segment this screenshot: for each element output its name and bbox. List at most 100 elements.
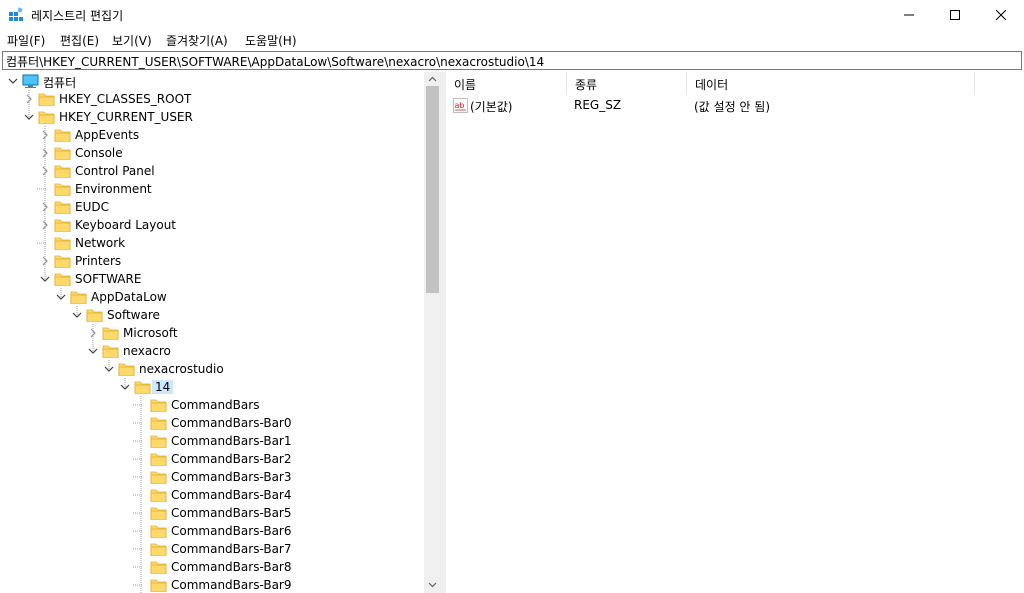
- tree-node[interactable]: Microsoft: [0, 324, 424, 342]
- tree-node-label[interactable]: EUDC: [75, 200, 109, 214]
- tree-node[interactable]: HKEY_CLASSES_ROOT: [0, 90, 424, 108]
- tree-node-label[interactable]: CommandBars-Bar7: [171, 542, 292, 556]
- scroll-up-icon[interactable]: [424, 72, 441, 86]
- tree-node[interactable]: HKEY_CURRENT_USER: [0, 108, 424, 126]
- tree-node-label[interactable]: CommandBars-Bar2: [171, 452, 292, 466]
- tree-node[interactable]: CommandBars-Bar9: [0, 576, 424, 593]
- address-path[interactable]: 컴퓨터\HKEY_CURRENT_USER\SOFTWARE\AppDataLo…: [6, 53, 544, 70]
- chevron-down-icon[interactable]: [8, 76, 18, 86]
- chevron-down-icon[interactable]: [24, 112, 34, 122]
- tree-node-label[interactable]: Microsoft: [123, 326, 178, 340]
- tree-node[interactable]: Control Panel: [0, 162, 424, 180]
- tree-node-label[interactable]: Control Panel: [75, 164, 155, 178]
- tree-node-label[interactable]: nexacrostudio: [139, 362, 224, 376]
- tree-node-label[interactable]: HKEY_CURRENT_USER: [59, 110, 193, 124]
- chevron-right-icon[interactable]: [24, 94, 34, 104]
- chevron-right-icon[interactable]: [40, 166, 50, 176]
- chevron-down-icon[interactable]: [72, 310, 82, 320]
- menu-edit[interactable]: 편집(E): [60, 32, 99, 49]
- key-tree[interactable]: 컴퓨터 HKEY_CLASSES_ROOT HKEY_CURRENT_USER App…: [0, 72, 441, 593]
- tree-node-label[interactable]: CommandBars-Bar0: [171, 416, 292, 430]
- chevron-down-icon[interactable]: [104, 364, 114, 374]
- chevron-right-icon[interactable]: [40, 148, 50, 158]
- tree-node[interactable]: SOFTWARE: [0, 270, 424, 288]
- tree-node[interactable]: Environment: [0, 180, 424, 198]
- tree-node[interactable]: nexacrostudio: [0, 360, 424, 378]
- tree-node[interactable]: Software: [0, 306, 424, 324]
- tree-node-label[interactable]: SOFTWARE: [75, 272, 141, 286]
- tree-node[interactable]: CommandBars-Bar8: [0, 558, 424, 576]
- menu-favorites[interactable]: 즐겨찾기(A): [166, 32, 228, 49]
- maximize-button[interactable]: [932, 0, 978, 30]
- tree-node-label[interactable]: Console: [75, 146, 123, 160]
- chevron-right-icon[interactable]: [40, 220, 50, 230]
- close-button[interactable]: [978, 0, 1024, 30]
- tree-node[interactable]: Console: [0, 144, 424, 162]
- tree-node[interactable]: AppDataLow: [0, 288, 424, 306]
- tree-node[interactable]: Keyboard Layout: [0, 216, 424, 234]
- chevron-right-icon[interactable]: [40, 130, 50, 140]
- tree-node-label[interactable]: CommandBars-Bar5: [171, 506, 292, 520]
- column-header-data[interactable]: 데이터: [687, 72, 975, 94]
- menu-view[interactable]: 보기(V): [112, 32, 152, 49]
- tree-node[interactable]: CommandBars-Bar1: [0, 432, 424, 450]
- tree-node-label[interactable]: CommandBars-Bar1: [171, 434, 292, 448]
- tree-node-label[interactable]: CommandBars-Bar9: [171, 578, 292, 592]
- tree-node-label[interactable]: AppEvents: [75, 128, 139, 142]
- menu-file[interactable]: 파일(F): [7, 32, 45, 49]
- tree-node-label[interactable]: nexacro: [123, 344, 171, 358]
- menu-help[interactable]: 도움말(H): [245, 32, 297, 49]
- folder-icon: [54, 237, 71, 250]
- tree-node-label[interactable]: CommandBars-Bar3: [171, 470, 292, 484]
- chevron-right-icon[interactable]: [40, 256, 50, 266]
- tree-node-label[interactable]: HKEY_CLASSES_ROOT: [59, 92, 191, 106]
- tree-node[interactable]: CommandBars: [0, 396, 424, 414]
- tree-scrollbar[interactable]: [424, 72, 441, 593]
- tree-node[interactable]: 컴퓨터: [0, 72, 424, 90]
- tree-node-label[interactable]: CommandBars-Bar4: [171, 488, 292, 502]
- tree-node-label[interactable]: Software: [107, 308, 160, 322]
- tree-node-label[interactable]: 14: [152, 380, 174, 394]
- tree-node-label[interactable]: AppDataLow: [91, 290, 167, 304]
- address-bar[interactable]: 컴퓨터\HKEY_CURRENT_USER\SOFTWARE\AppDataLo…: [2, 51, 1022, 70]
- tree-node-label[interactable]: CommandBars-Bar6: [171, 524, 292, 538]
- tree-node[interactable]: Printers: [0, 252, 424, 270]
- chevron-right-icon[interactable]: [40, 202, 50, 212]
- tree-node-label[interactable]: CommandBars: [171, 398, 259, 412]
- value-list[interactable]: 이름 종류 데이터 ab (기본값) REG_SZ (값 설정 안 됨): [446, 72, 1024, 593]
- tree-node[interactable]: CommandBars-Bar3: [0, 468, 424, 486]
- tree-node[interactable]: EUDC: [0, 198, 424, 216]
- scroll-thumb[interactable]: [426, 86, 439, 293]
- chevron-down-icon[interactable]: [40, 274, 50, 284]
- tree-node-label[interactable]: Network: [75, 236, 125, 250]
- guide-connector: [133, 458, 143, 460]
- tree-node[interactable]: Network: [0, 234, 424, 252]
- column-header-name[interactable]: 이름: [446, 72, 567, 94]
- scroll-down-icon[interactable]: [424, 578, 441, 592]
- tree-node[interactable]: nexacro: [0, 342, 424, 360]
- tree-node[interactable]: CommandBars-Bar2: [0, 450, 424, 468]
- chevron-down-icon[interactable]: [56, 292, 66, 302]
- tree-node[interactable]: AppEvents: [0, 126, 424, 144]
- tree-node[interactable]: CommandBars-Bar5: [0, 504, 424, 522]
- chevron-down-icon[interactable]: [88, 346, 98, 356]
- chevron-right-icon[interactable]: [88, 328, 98, 338]
- chevron-down-icon[interactable]: [120, 382, 130, 392]
- tree-node[interactable]: 14: [0, 378, 424, 396]
- folder-icon: [150, 525, 167, 538]
- folder-icon: [54, 165, 71, 178]
- tree-node[interactable]: CommandBars-Bar4: [0, 486, 424, 504]
- column-header-type[interactable]: 종류: [567, 72, 687, 94]
- tree-node-label[interactable]: CommandBars-Bar8: [171, 560, 292, 574]
- minimize-button[interactable]: [886, 0, 932, 30]
- tree-node-label[interactable]: Keyboard Layout: [75, 218, 176, 232]
- folder-icon: [54, 255, 71, 268]
- folder-icon: [150, 579, 167, 592]
- tree-node[interactable]: CommandBars-Bar0: [0, 414, 424, 432]
- tree-node-label[interactable]: Environment: [75, 182, 152, 196]
- tree-node[interactable]: CommandBars-Bar7: [0, 540, 424, 558]
- folder-icon: [38, 111, 55, 124]
- tree-node-label[interactable]: 컴퓨터: [43, 74, 76, 91]
- tree-node[interactable]: CommandBars-Bar6: [0, 522, 424, 540]
- tree-node-label[interactable]: Printers: [75, 254, 121, 268]
